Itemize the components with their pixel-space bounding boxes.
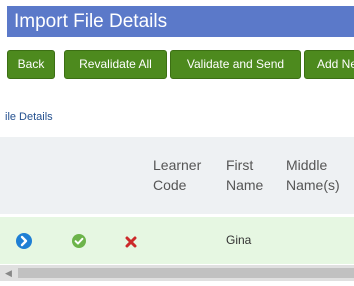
revalidate-all-button[interactable]: Revalidate All <box>64 50 167 79</box>
column-header-label: Name(s) <box>286 177 340 193</box>
arrow-right-circle-icon[interactable] <box>15 232 33 255</box>
cell-first-name: Gina <box>226 233 252 247</box>
table-row[interactable]: Gina <box>0 217 354 264</box>
column-header-learner-code[interactable]: Learner Code <box>153 155 201 195</box>
scroll-left-arrow-icon[interactable]: ◀ <box>5 268 12 279</box>
column-header-label: Middle <box>286 157 328 173</box>
toolbar: Back Revalidate All Validate and Send Ad… <box>7 50 354 79</box>
check-circle-icon[interactable] <box>71 233 87 254</box>
column-header-label: Code <box>153 177 187 193</box>
column-header-middle-names[interactable]: Middle Name(s) <box>286 155 340 195</box>
column-header-label: Name <box>226 177 264 193</box>
back-button[interactable]: Back <box>7 50 55 79</box>
delete-x-icon[interactable] <box>125 235 137 253</box>
page-title: Import File Details <box>7 6 354 37</box>
section-title: ile Details <box>5 111 53 123</box>
column-header-first-name[interactable]: First Name <box>226 155 263 195</box>
add-new-button[interactable]: Add Ne <box>304 50 354 79</box>
column-header-label: Learner <box>153 157 202 173</box>
validate-and-send-button[interactable]: Validate and Send <box>170 50 301 79</box>
grid-header: Learner Code First Name Middle Name(s) <box>0 137 354 214</box>
column-header-label: First <box>226 157 254 173</box>
scrollbar-thumb[interactable] <box>18 268 354 278</box>
horizontal-scrollbar[interactable]: ◀ <box>0 265 354 281</box>
